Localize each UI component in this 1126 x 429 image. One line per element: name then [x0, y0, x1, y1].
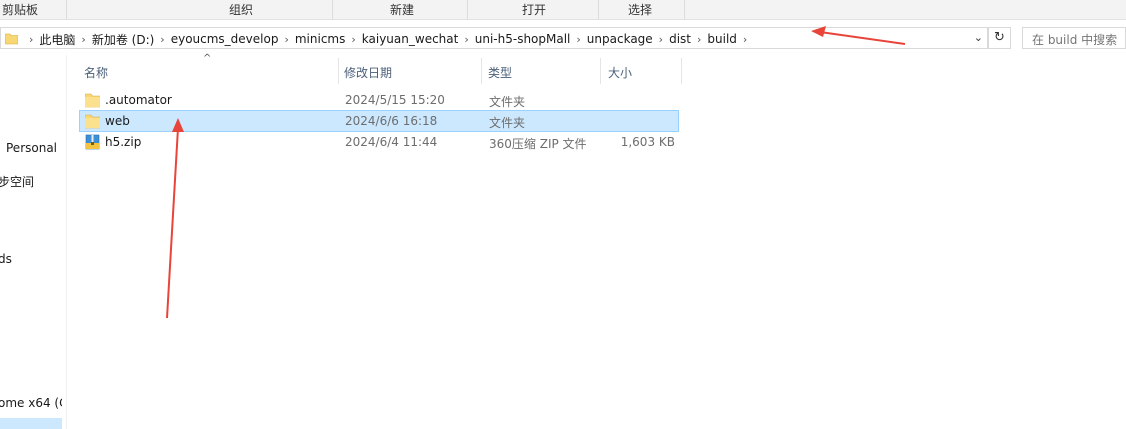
ribbon-divider [598, 0, 599, 19]
column-header-label: 名称 [84, 66, 109, 80]
breadcrumb-item-current[interactable]: build [707, 32, 737, 46]
folder-icon [85, 114, 100, 129]
file-type: 文件夹 [489, 116, 526, 130]
address-bar[interactable]: › 此电脑 › 新加卷 (D:) › eyoucms_develop › min… [0, 27, 988, 49]
chevron-right-icon[interactable]: › [351, 33, 355, 46]
file-type: 360压缩 ZIP 文件 [489, 137, 587, 151]
search-input[interactable] [1022, 27, 1126, 49]
chevron-right-icon[interactable]: › [743, 33, 747, 46]
file-row[interactable]: h5.zip 2024/6/4 11:44 360压缩 ZIP 文件 1,603… [80, 132, 678, 152]
address-history-dropdown-icon[interactable]: ⌄ [974, 31, 983, 44]
breadcrumb-item[interactable]: eyoucms_develop [171, 32, 279, 46]
ribbon-divider [332, 0, 333, 19]
refresh-button[interactable]: ↻ [988, 27, 1011, 49]
chevron-right-icon[interactable]: › [29, 33, 33, 46]
ribbon-group-select[interactable]: 选择 [628, 1, 652, 18]
ribbon-group-new[interactable]: 新建 [390, 1, 414, 18]
nav-item-sync-space[interactable]: 步空间 [0, 173, 34, 190]
breadcrumb-item[interactable]: minicms [295, 32, 346, 46]
breadcrumb-item[interactable]: kaiyuan_wechat [362, 32, 459, 46]
file-date: 2024/5/15 15:20 [345, 93, 445, 107]
nav-item-downloads[interactable]: ds [0, 252, 12, 266]
file-type: 文件夹 [489, 95, 526, 109]
file-name: web [105, 114, 130, 128]
column-header-size[interactable]: 大小 [601, 58, 681, 84]
ribbon-bar: 剪贴板 组织 新建 打开 选择 [0, 0, 1126, 20]
chevron-right-icon[interactable]: › [81, 33, 85, 46]
column-header-label: 大小 [608, 66, 633, 80]
nav-item-selected[interactable] [0, 418, 62, 429]
chevron-right-icon[interactable]: › [576, 33, 580, 46]
breadcrumb-item[interactable]: 此电脑 [39, 31, 75, 48]
ribbon-divider [66, 0, 67, 19]
file-size: 1,603 KB [620, 135, 675, 149]
ribbon-group-clipboard[interactable]: 剪贴板 [2, 1, 38, 18]
file-date: 2024/6/6 16:18 [345, 114, 438, 128]
chevron-right-icon[interactable]: › [464, 33, 468, 46]
breadcrumb: › 此电脑 › 新加卷 (D:) › eyoucms_develop › min… [23, 31, 753, 47]
breadcrumb-item[interactable]: uni-h5-shopMall [475, 32, 571, 46]
column-header-label: 类型 [488, 66, 513, 80]
column-header-date[interactable]: 修改日期 [339, 58, 481, 84]
file-name: h5.zip [105, 135, 142, 149]
ribbon-divider [684, 0, 685, 19]
ribbon-divider [467, 0, 468, 19]
file-name: .automator [105, 93, 172, 107]
column-header-label: 修改日期 [344, 66, 393, 80]
breadcrumb-item[interactable]: 新加卷 (D:) [92, 31, 154, 48]
file-date: 2024/6/4 11:44 [345, 135, 438, 149]
navigation-pane: Personal 步空间 ds ome x64 (C [0, 55, 62, 429]
folder-icon [5, 33, 18, 45]
zip-archive-icon [85, 134, 100, 150]
breadcrumb-item[interactable]: dist [669, 32, 691, 46]
column-header-name[interactable]: 名称 [80, 58, 338, 84]
column-header-type[interactable]: 类型 [482, 58, 600, 84]
chevron-right-icon[interactable]: › [697, 33, 701, 46]
chevron-right-icon[interactable]: › [659, 33, 663, 46]
ribbon-group-organize[interactable]: 组织 [229, 1, 253, 18]
nav-item-personal[interactable]: Personal [6, 141, 57, 155]
nav-item-chrome[interactable]: ome x64 (C [0, 396, 62, 410]
chevron-right-icon[interactable]: › [160, 33, 164, 46]
chevron-right-icon[interactable]: › [284, 33, 288, 46]
pane-divider[interactable] [66, 55, 67, 429]
folder-icon [85, 93, 100, 108]
file-row-selected[interactable]: web 2024/6/6 16:18 文件夹 [79, 110, 679, 132]
file-row[interactable]: .automator 2024/5/15 15:20 文件夹 [80, 90, 678, 110]
ribbon-group-open[interactable]: 打开 [522, 1, 546, 18]
column-resize-handle[interactable] [681, 58, 682, 84]
breadcrumb-item[interactable]: unpackage [587, 32, 653, 46]
